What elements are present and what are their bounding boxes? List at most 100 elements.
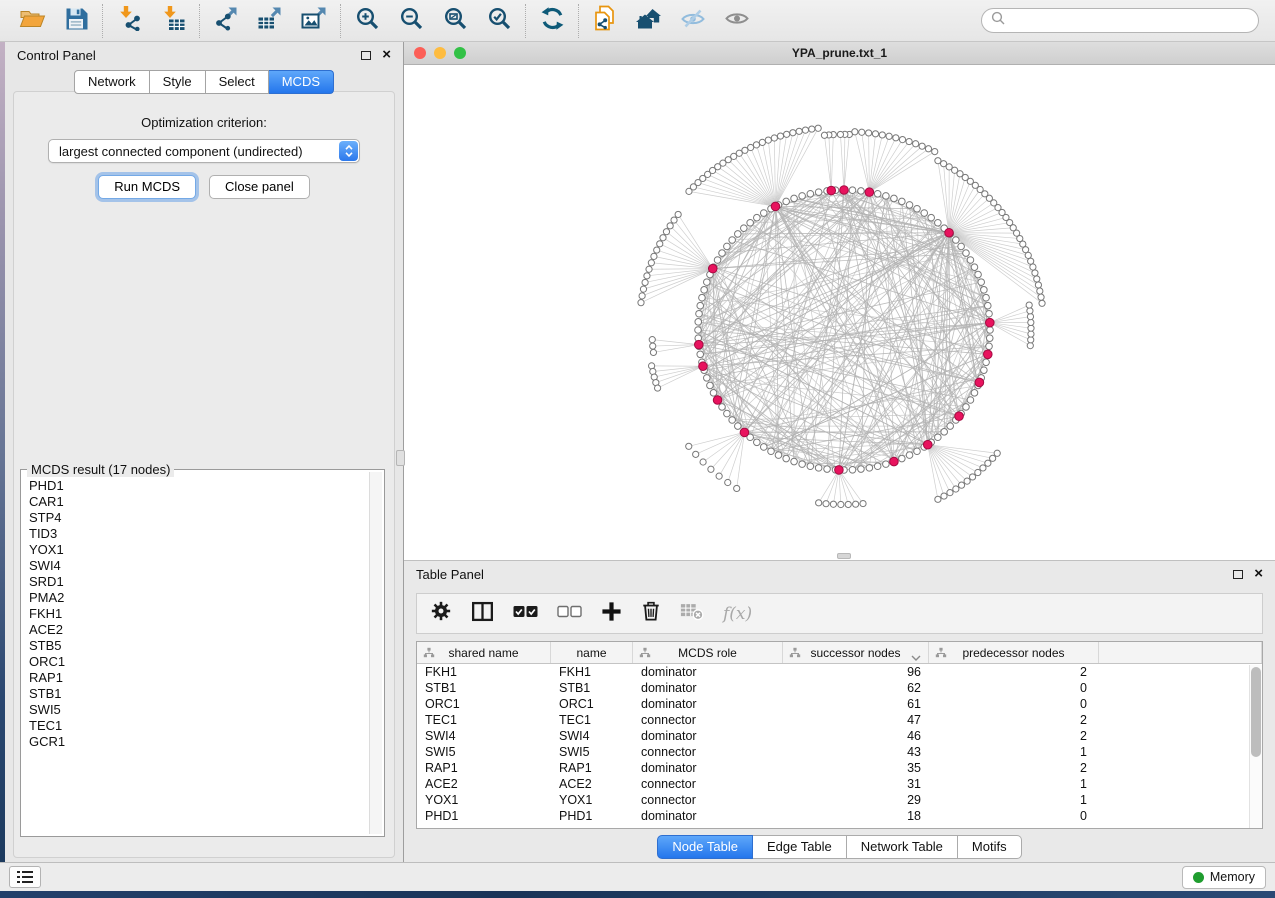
graph-node[interactable] [696, 310, 703, 317]
graph-node[interactable] [1035, 282, 1041, 288]
import-table-button[interactable] [159, 7, 187, 35]
network-canvas[interactable] [404, 65, 1275, 560]
graph-node[interactable] [994, 450, 1000, 456]
graph-node[interactable] [983, 359, 990, 366]
graph-node[interactable] [686, 188, 692, 194]
graph-node[interactable] [1034, 276, 1040, 282]
graph-node[interactable] [754, 214, 761, 221]
graph-node[interactable] [671, 217, 677, 223]
graph-node[interactable] [969, 474, 975, 480]
search-box[interactable] [981, 8, 1259, 33]
graph-node[interactable] [964, 478, 970, 484]
graph-node[interactable] [701, 287, 708, 294]
graph-node[interactable] [1027, 343, 1033, 349]
graph-node[interactable] [845, 501, 851, 507]
graph-node[interactable] [824, 466, 831, 473]
result-scrollbar[interactable] [369, 472, 382, 834]
graph-node[interactable] [697, 351, 704, 358]
tab-edge-table[interactable]: Edge Table [753, 835, 847, 859]
table-scrollbar[interactable] [1249, 665, 1262, 828]
export-table-button[interactable] [256, 7, 284, 35]
vertical-splitter-handle[interactable] [396, 450, 405, 466]
graph-node[interactable] [899, 455, 906, 462]
graph-node[interactable] [753, 142, 759, 148]
graph-hub-node[interactable] [985, 318, 994, 327]
graph-node[interactable] [735, 423, 742, 430]
graph-node[interactable] [879, 132, 885, 138]
graph-node[interactable] [975, 271, 982, 278]
table-row[interactable]: SWI4SWI4dominator462 [417, 728, 1262, 744]
graph-node[interactable] [663, 229, 669, 235]
graph-node[interactable] [837, 131, 843, 137]
mcds-result-node[interactable]: STB5 [29, 638, 368, 654]
graph-node[interactable] [759, 139, 765, 145]
network-titlebar[interactable]: YPA_prune.txt_1 [404, 42, 1275, 65]
graph-node[interactable] [657, 241, 663, 247]
close-window-icon[interactable] [414, 47, 426, 59]
graph-node[interactable] [760, 210, 767, 217]
graph-node[interactable] [783, 455, 790, 462]
zoom-selected-button[interactable] [485, 7, 513, 35]
graph-node[interactable] [899, 198, 906, 205]
search-input[interactable] [1010, 14, 1249, 28]
graph-hub-node[interactable] [694, 340, 703, 349]
graph-node[interactable] [935, 496, 941, 502]
graph-node[interactable] [940, 161, 946, 167]
graph-node[interactable] [735, 231, 742, 238]
graph-node[interactable] [883, 461, 890, 468]
graph-node[interactable] [719, 250, 726, 257]
table-row[interactable]: TEC1TEC1connector472 [417, 712, 1262, 728]
network-graph[interactable] [404, 65, 1274, 560]
graph-node[interactable] [708, 466, 714, 472]
graph-node[interactable] [1028, 337, 1034, 343]
graph-node[interactable] [667, 223, 673, 229]
graph-node[interactable] [648, 260, 654, 266]
graph-node[interactable] [986, 335, 993, 342]
add-button[interactable] [601, 601, 622, 627]
graph-node[interactable] [913, 141, 919, 147]
graph-node[interactable] [725, 479, 731, 485]
graph-hub-node[interactable] [740, 428, 749, 437]
graph-hub-node[interactable] [923, 440, 932, 449]
mcds-result-node[interactable]: PHD1 [29, 478, 368, 494]
graph-hub-node[interactable] [835, 466, 844, 475]
graph-node[interactable] [872, 131, 878, 137]
column-header-MCDS-role[interactable]: MCDS role [633, 642, 783, 663]
graph-node[interactable] [771, 135, 777, 141]
mcds-result-node[interactable]: PMA2 [29, 590, 368, 606]
graph-node[interactable] [866, 465, 873, 472]
graph-node[interactable] [935, 219, 942, 226]
graph-node[interactable] [747, 219, 754, 226]
graph-node[interactable] [874, 190, 881, 197]
graph-node[interactable] [980, 465, 986, 471]
zoom-in-button[interactable] [353, 7, 381, 35]
graph-node[interactable] [639, 293, 645, 299]
graph-node[interactable] [985, 460, 991, 466]
graph-node[interactable] [700, 459, 706, 465]
table-row[interactable]: ORC1ORC1dominator610 [417, 696, 1262, 712]
graph-node[interactable] [941, 493, 947, 499]
graph-node[interactable] [748, 144, 754, 150]
duplicate-network-button[interactable] [591, 7, 619, 35]
horizontal-splitter-handle[interactable] [837, 553, 851, 559]
delete-button[interactable] [641, 600, 661, 627]
graph-node[interactable] [1038, 294, 1044, 300]
refresh-button[interactable] [538, 7, 566, 35]
mcds-result-node[interactable]: SWI5 [29, 702, 368, 718]
graph-node[interactable] [866, 130, 872, 136]
mcds-result-node[interactable]: TEC1 [29, 718, 368, 734]
tab-network-table[interactable]: Network Table [847, 835, 958, 859]
graph-node[interactable] [1030, 264, 1036, 270]
tab-select[interactable]: Select [206, 70, 269, 94]
tab-style[interactable]: Style [150, 70, 206, 94]
graph-node[interactable] [651, 253, 657, 259]
graph-node[interactable] [783, 198, 790, 205]
graph-hub-node[interactable] [840, 186, 849, 195]
table-row[interactable]: ACE2ACE2connector311 [417, 776, 1262, 792]
tab-mcds[interactable]: MCDS [269, 70, 334, 94]
graph-node[interactable] [883, 193, 890, 200]
graph-node[interactable] [799, 461, 806, 468]
mcds-result-node[interactable]: ORC1 [29, 654, 368, 670]
graph-node[interactable] [906, 202, 913, 209]
graph-node[interactable] [925, 146, 931, 152]
